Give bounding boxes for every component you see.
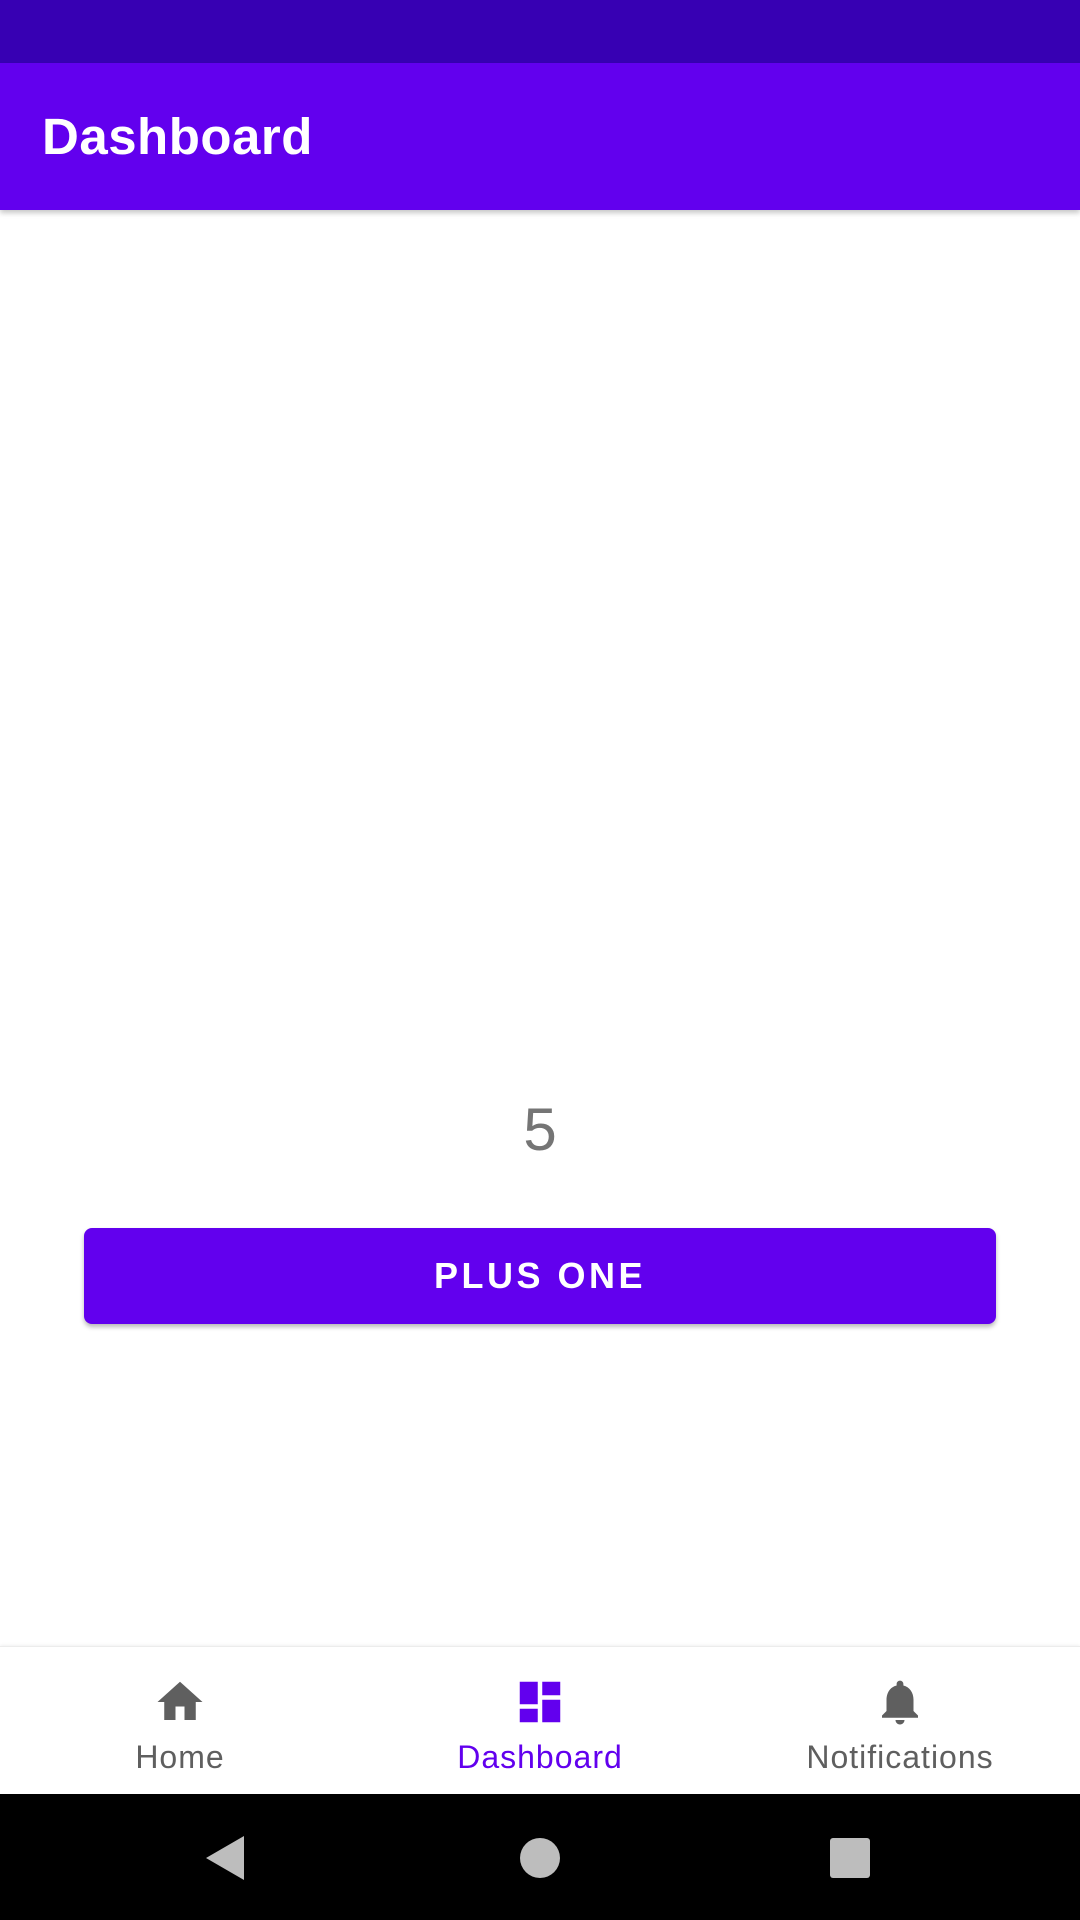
home-icon (157, 1681, 203, 1720)
bottom-navigation: Home Dashboard Notifications (0, 1646, 1080, 1794)
counter-value: 5 (523, 1096, 557, 1163)
app-bar: Dashboard (0, 63, 1080, 210)
dashboard-icon (519, 1681, 561, 1723)
home-circle-icon[interactable] (510, 1828, 570, 1888)
page-title: Dashboard (42, 108, 313, 165)
nav-item-home[interactable]: Home (0, 1647, 360, 1794)
plus-one-button[interactable]: PLUS ONE (84, 1228, 996, 1324)
back-icon[interactable] (196, 1828, 256, 1888)
status-bar (0, 0, 1080, 63)
nav-label-home: Home (135, 1739, 225, 1775)
nav-item-notifications[interactable]: Notifications (720, 1647, 1080, 1794)
recents-icon[interactable] (820, 1828, 880, 1888)
nav-label-notifications: Notifications (806, 1739, 994, 1775)
nav-label-dashboard: Dashboard (457, 1739, 623, 1775)
system-navigation-bar (0, 1794, 1080, 1920)
nav-item-dashboard[interactable]: Dashboard (360, 1647, 720, 1794)
dashboard-content: 5 PLUS ONE (0, 210, 1080, 1646)
bell-icon (882, 1680, 918, 1725)
